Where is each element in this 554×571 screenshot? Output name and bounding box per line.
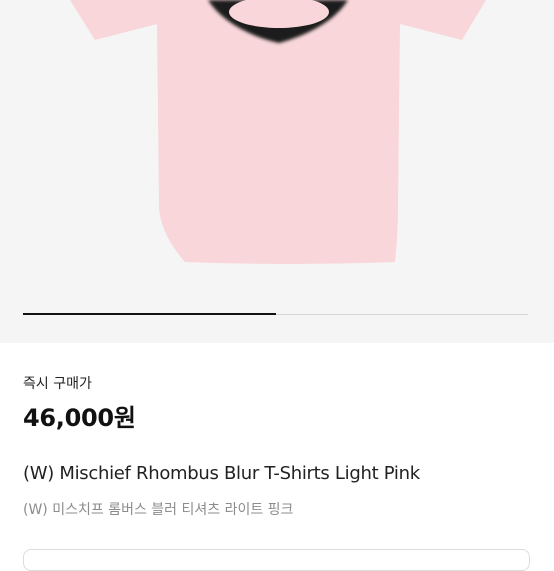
instant-buy-price-label: 즉시 구매가	[23, 376, 92, 392]
option-selector[interactable]	[23, 549, 530, 571]
gallery-progress-track	[23, 313, 528, 315]
product-image[interactable]	[0, 0, 554, 343]
product-title-english: (W) Mischief Rhombus Blur T-Shirts Light…	[23, 463, 420, 484]
product-image-gallery[interactable]	[0, 0, 554, 343]
price: 46,000원	[23, 404, 136, 432]
product-title-korean: (W) 미스치프 롬버스 블러 티셔츠 라이트 핑크	[23, 502, 294, 518]
gallery-progress-fill	[23, 313, 276, 315]
